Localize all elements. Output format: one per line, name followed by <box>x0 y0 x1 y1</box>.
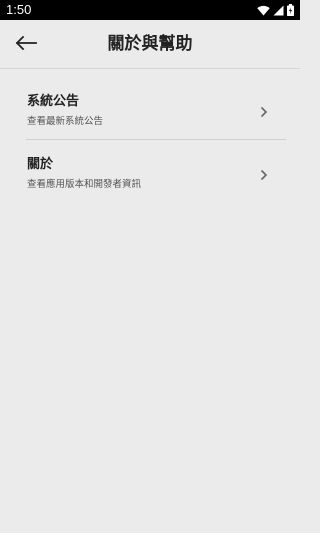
menu-list: 系統公告 查看最新系統公告 關於 查看應用版本和開發者資訊 <box>14 77 286 202</box>
status-icons <box>257 4 294 16</box>
app-bar: 關於與幫助 <box>0 20 300 69</box>
signal-icon <box>273 5 284 16</box>
wifi-icon <box>257 5 270 16</box>
battery-icon <box>287 4 294 16</box>
chevron-right-icon <box>260 166 268 181</box>
status-bar: 1:50 <box>0 0 300 20</box>
menu-item-announcements[interactable]: 系統公告 查看最新系統公告 <box>14 77 286 139</box>
menu-item-subtitle: 查看最新系統公告 <box>27 116 104 127</box>
menu-item-title: 關於 <box>27 157 54 172</box>
menu-item-title: 系統公告 <box>27 94 80 109</box>
status-time: 1:50 <box>6 2 32 17</box>
menu-item-subtitle: 查看應用版本和開發者資訊 <box>27 179 142 190</box>
page-title: 關於與幫助 <box>107 34 193 54</box>
menu-item-about[interactable]: 關於 查看應用版本和開發者資訊 <box>14 140 286 202</box>
chevron-right-icon <box>260 103 268 118</box>
